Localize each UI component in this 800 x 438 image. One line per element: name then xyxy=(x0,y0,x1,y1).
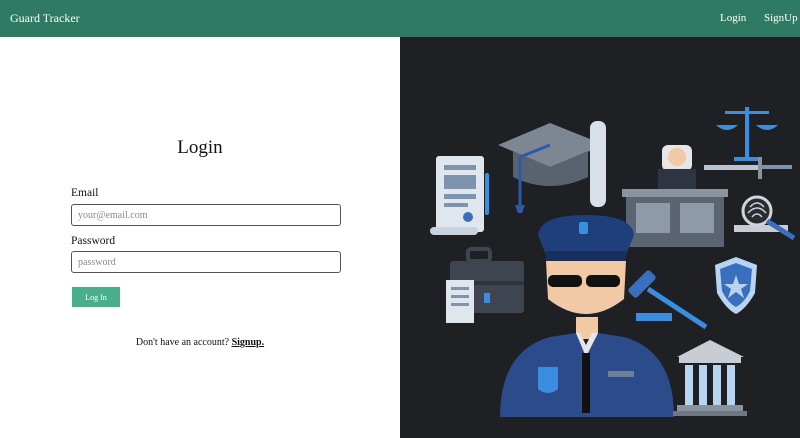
courthouse-icon xyxy=(673,340,747,416)
brand-link[interactable]: Guard Tracker xyxy=(10,11,80,26)
fingerprint-magnifier-icon xyxy=(734,195,796,241)
signup-prompt-text: Don't have an account? xyxy=(135,337,230,348)
password-input[interactable] xyxy=(71,251,341,273)
gavel-icon xyxy=(628,270,708,330)
login-panel: Login Email Password Log In Don't have a… xyxy=(0,37,400,438)
nav-signup-link[interactable]: SignUp xyxy=(764,12,798,24)
password-label: Password xyxy=(71,235,116,247)
email-input[interactable] xyxy=(71,204,341,226)
signup-link[interactable]: Signup. xyxy=(232,337,265,348)
security-guard-law-illustration xyxy=(430,107,796,417)
graduation-cap-icon xyxy=(498,121,606,213)
diploma-icon xyxy=(430,156,489,235)
login-title: Login xyxy=(177,137,223,158)
navbar: Guard Tracker Login SignUp xyxy=(0,0,800,37)
briefcase-icon xyxy=(446,247,524,323)
email-label: Email xyxy=(71,187,99,199)
nav-login-link[interactable]: Login xyxy=(720,12,746,24)
judge-bench-icon xyxy=(622,145,728,247)
signup-prompt: Don't have an account? Signup. xyxy=(0,337,400,348)
login-button[interactable]: Log In xyxy=(72,287,120,307)
illustration-panel xyxy=(400,37,800,438)
police-badge-icon xyxy=(715,257,757,314)
scales-icon xyxy=(704,107,792,179)
